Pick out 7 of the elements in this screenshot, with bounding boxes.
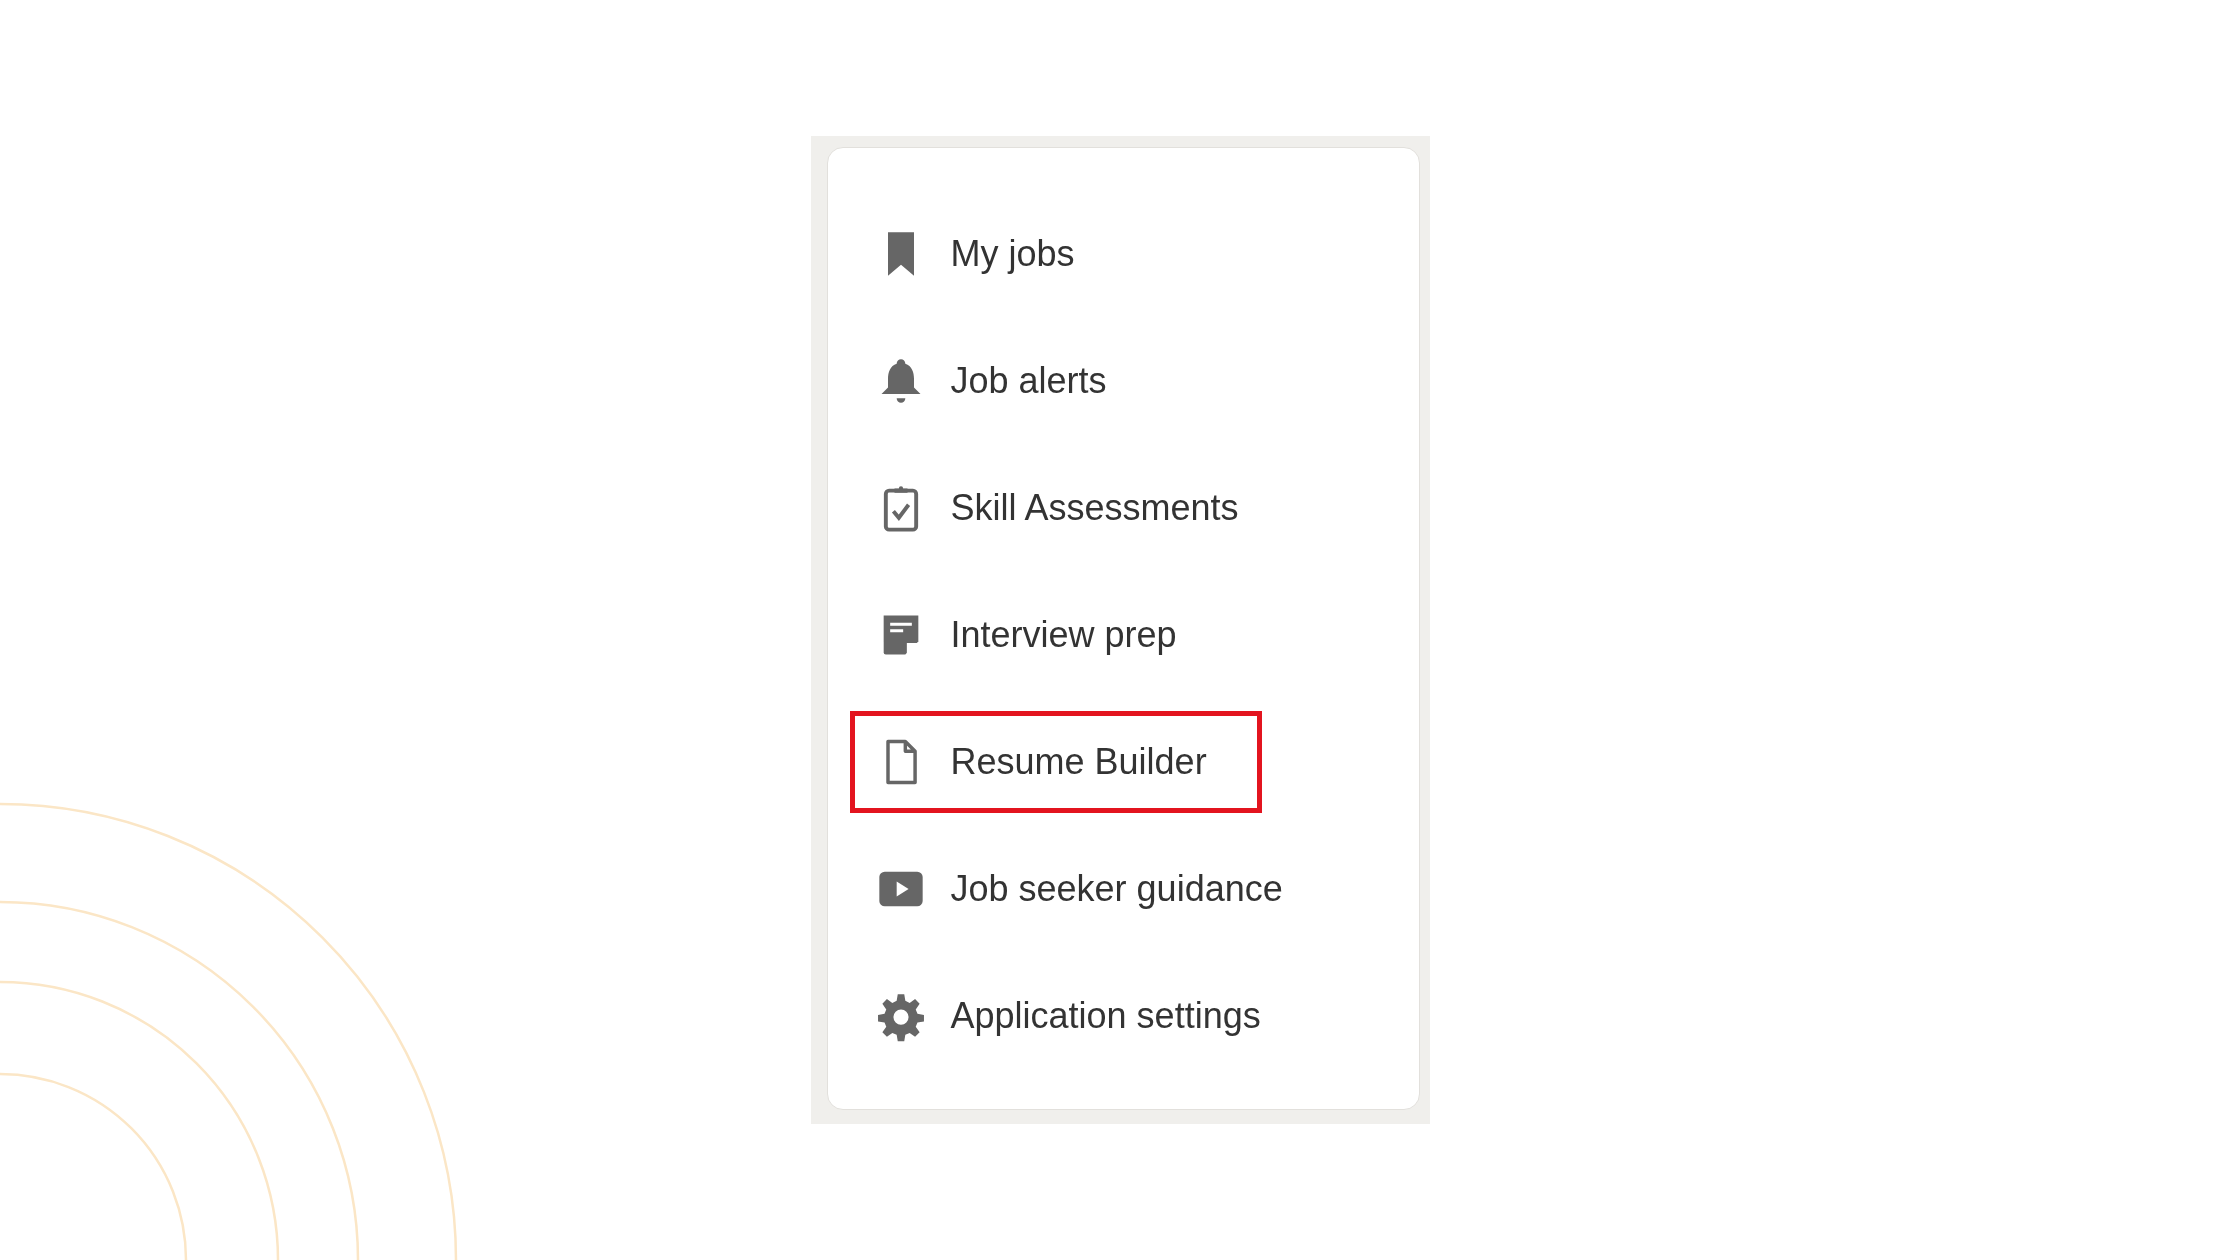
menu-item[interactable]: Resume Builder [849,711,1262,813]
menu-item[interactable]: Job seeker guidance [849,838,1338,940]
menu-item[interactable]: Job alerts [849,330,1162,432]
menu-item[interactable]: Application settings [849,965,1316,1067]
menu-item[interactable]: Skill Assessments [849,457,1294,559]
menu-item[interactable]: Interview prep [849,584,1232,686]
menu-item[interactable]: My jobs [849,203,1130,305]
